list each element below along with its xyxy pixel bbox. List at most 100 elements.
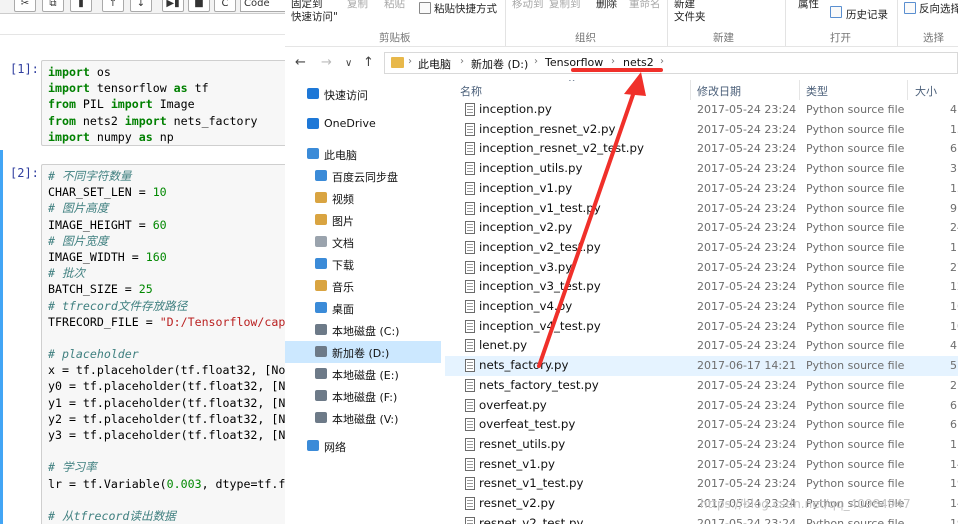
breadcrumb-drive-d[interactable]: 新加卷 (D:) xyxy=(471,56,528,72)
column-divider[interactable] xyxy=(907,80,908,100)
file-type: Python source file xyxy=(806,319,905,333)
nav-item[interactable]: 本地磁盘 (C:) xyxy=(285,319,441,341)
toolbar-button-icon[interactable]: ▮ xyxy=(70,0,92,12)
cell-type-select[interactable]: Code xyxy=(240,0,285,12)
column-header-size[interactable]: 大小 xyxy=(915,83,937,99)
nav-item[interactable]: 新加卷 (D:) xyxy=(285,341,441,363)
file-row[interactable]: resnet_v1_test.py 2017-05-24 23:24 Python … xyxy=(445,474,958,494)
up-arrow-icon[interactable]: ↑ xyxy=(363,55,374,70)
file-row[interactable]: inception_resnet_v2_test.py 2017-05-24 23… xyxy=(445,139,958,159)
cloud-icon xyxy=(307,118,319,129)
file-row[interactable]: overfeat.py 2017-05-24 23:24 Python source… xyxy=(445,396,958,416)
forward-arrow-icon[interactable]: → xyxy=(321,55,332,70)
file-name: resnet_v1.py xyxy=(479,456,555,471)
file-row[interactable]: inception_v3_test.py 2017-05-24 23:24 Pyth… xyxy=(445,277,958,297)
file-row[interactable]: inception_v3.py 2017-05-24 23:24 Python so… xyxy=(445,258,958,278)
cell-input[interactable]: import os import tensorflow as tf from PIL… xyxy=(41,60,285,146)
rename-button[interactable]: 重命名 xyxy=(629,0,661,11)
toolbar-button-icon[interactable]: ▶▮ xyxy=(162,0,184,12)
chevron-right-icon[interactable]: › xyxy=(460,56,464,67)
nav-item[interactable]: 百度云同步盘 xyxy=(285,165,441,187)
nav-item[interactable]: 视频 xyxy=(285,187,441,209)
nav-item[interactable]: 音乐 xyxy=(285,275,441,297)
nav-item[interactable]: 网络 xyxy=(285,435,441,457)
recent-chevron-icon[interactable]: ∨ xyxy=(345,58,352,69)
nav-item[interactable]: 文档 xyxy=(285,231,441,253)
nav-item[interactable]: 桌面 xyxy=(285,297,441,319)
paste-shortcut-icon xyxy=(419,2,431,14)
toolbar-button-icon[interactable]: ⧉ xyxy=(42,0,64,12)
chevron-right-icon[interactable]: › xyxy=(408,56,412,67)
python-file-icon xyxy=(465,142,475,156)
column-header-date[interactable]: 修改日期 xyxy=(697,83,741,99)
file-row[interactable]: lenet.py 2017-05-24 23:24 Python source fi… xyxy=(445,336,958,356)
toolbar-button-icon[interactable]: C xyxy=(214,0,236,12)
nav-item[interactable]: 本地磁盘 (F:) xyxy=(285,385,441,407)
toolbar-button-icon[interactable]: ✂ xyxy=(14,0,36,12)
code-token: # 学习率 xyxy=(48,460,97,475)
file-date: 2017-05-24 23:24 xyxy=(697,300,797,313)
nav-item[interactable]: 图片 xyxy=(285,209,441,231)
column-header-name[interactable]: 名称 xyxy=(460,83,482,99)
python-file-icon xyxy=(465,260,475,274)
file-type: Python source file xyxy=(806,300,905,313)
breadcrumb-nets2[interactable]: nets2 xyxy=(623,56,654,69)
invert-selection-button[interactable]: 反向选择 xyxy=(919,1,958,16)
history-button[interactable]: 历史记录 xyxy=(846,7,888,22)
nav-item[interactable]: 快速访问 xyxy=(285,83,441,105)
cell-input[interactable]: # 不同字符数量 CHAR_SET_LEN = 10 # 图片高度 IMAGE_HEI… xyxy=(41,164,285,524)
toolbar-button-icon[interactable]: ↓ xyxy=(130,0,152,12)
file-row[interactable]: inception_resnet_v2.py 2017-05-24 23:24 Py… xyxy=(445,120,958,140)
nav-item[interactable]: 本地磁盘 (V:) xyxy=(285,407,441,429)
chevron-right-icon[interactable]: › xyxy=(660,56,664,67)
file-type: Python source file xyxy=(806,418,905,432)
file-row[interactable]: overfeat_test.py 2017-05-24 23:24 Python s… xyxy=(445,415,958,435)
column-divider[interactable] xyxy=(690,80,691,100)
file-row[interactable]: inception_v4_test.py 2017-05-24 23:24 Pyth… xyxy=(445,317,958,337)
breadcrumb-this-pc[interactable]: 此电脑 xyxy=(418,56,451,72)
file-size: 19 xyxy=(950,516,958,524)
file-row[interactable]: resnet_utils.py 2017-05-24 23:24 Python so… xyxy=(445,435,958,455)
file-name: resnet_v1_test.py xyxy=(479,476,584,491)
code-line: TFRECORD_FILE = "D:/Tensorflow/capto xyxy=(48,314,285,330)
nav-item-label: OneDrive xyxy=(324,117,376,130)
file-row[interactable]: inception_v4.py 2017-05-24 23:24 Python so… xyxy=(445,297,958,317)
properties-button[interactable]: 属性 xyxy=(798,0,819,11)
file-row[interactable]: inception_v2_test.py 2017-05-24 23:24 Pyth… xyxy=(445,238,958,258)
toolbar-button-icon[interactable]: ■ xyxy=(188,0,210,12)
file-type: Python source file xyxy=(806,162,905,176)
move-to-button[interactable]: 移动到 xyxy=(512,0,544,11)
python-file-icon xyxy=(465,398,475,412)
file-size: 6 xyxy=(950,398,957,412)
file-row[interactable]: nets_factory.py 2017-06-17 14:21 Python so… xyxy=(445,356,958,376)
file-row[interactable]: inception_v1.py 2017-05-24 23:24 Python so… xyxy=(445,179,958,199)
delete-button[interactable]: 删除 xyxy=(596,0,617,11)
file-row[interactable]: resnet_v1.py 2017-05-24 23:24 Python sourc… xyxy=(445,455,958,475)
file-row[interactable]: inception.py 2017-05-24 23:24 Python sourc… xyxy=(445,100,958,120)
file-row[interactable]: inception_utils.py 2017-05-24 23:24 Python… xyxy=(445,159,958,179)
code-line: # placeholder xyxy=(48,346,285,362)
nav-item[interactable]: 此电脑 xyxy=(285,143,441,165)
breadcrumb-tensorflow[interactable]: Tensorflow xyxy=(545,56,603,69)
paste-button[interactable]: 粘贴 xyxy=(384,0,405,11)
copy-to-button[interactable]: 复制到 xyxy=(549,0,581,11)
back-arrow-icon[interactable]: ← xyxy=(295,55,306,70)
toolbar-button-icon[interactable]: ↑ xyxy=(102,0,124,12)
nav-item[interactable]: OneDrive xyxy=(285,113,441,135)
file-row[interactable]: nets_factory_test.py 2017-05-24 23:24 Pyth… xyxy=(445,376,958,396)
chevron-right-icon[interactable]: › xyxy=(534,56,538,67)
column-header-type[interactable]: 类型 xyxy=(806,83,828,99)
chevron-right-icon[interactable]: › xyxy=(611,56,615,67)
file-type: Python source file xyxy=(806,339,905,353)
column-divider[interactable] xyxy=(799,80,800,100)
file-row[interactable]: resnet_v2_test.py 2017-05-24 23:24 Python … xyxy=(445,514,958,524)
paste-shortcut-button[interactable]: 粘贴快捷方式 xyxy=(434,1,497,16)
file-row[interactable]: inception_v2.py 2017-05-24 23:24 Python so… xyxy=(445,218,958,238)
nav-item[interactable]: 本地磁盘 (E:) xyxy=(285,363,441,385)
file-name: overfeat_test.py xyxy=(479,417,576,432)
nav-item[interactable]: 下载 xyxy=(285,253,441,275)
address-bar[interactable]: › 此电脑 › 新加卷 (D:) › Tensorflow › nets2 › xyxy=(384,52,958,74)
copy-button[interactable]: 复制 xyxy=(347,0,368,11)
file-row[interactable]: inception_v1_test.py 2017-05-24 23:24 Pyth… xyxy=(445,199,958,219)
python-file-icon xyxy=(465,300,475,313)
